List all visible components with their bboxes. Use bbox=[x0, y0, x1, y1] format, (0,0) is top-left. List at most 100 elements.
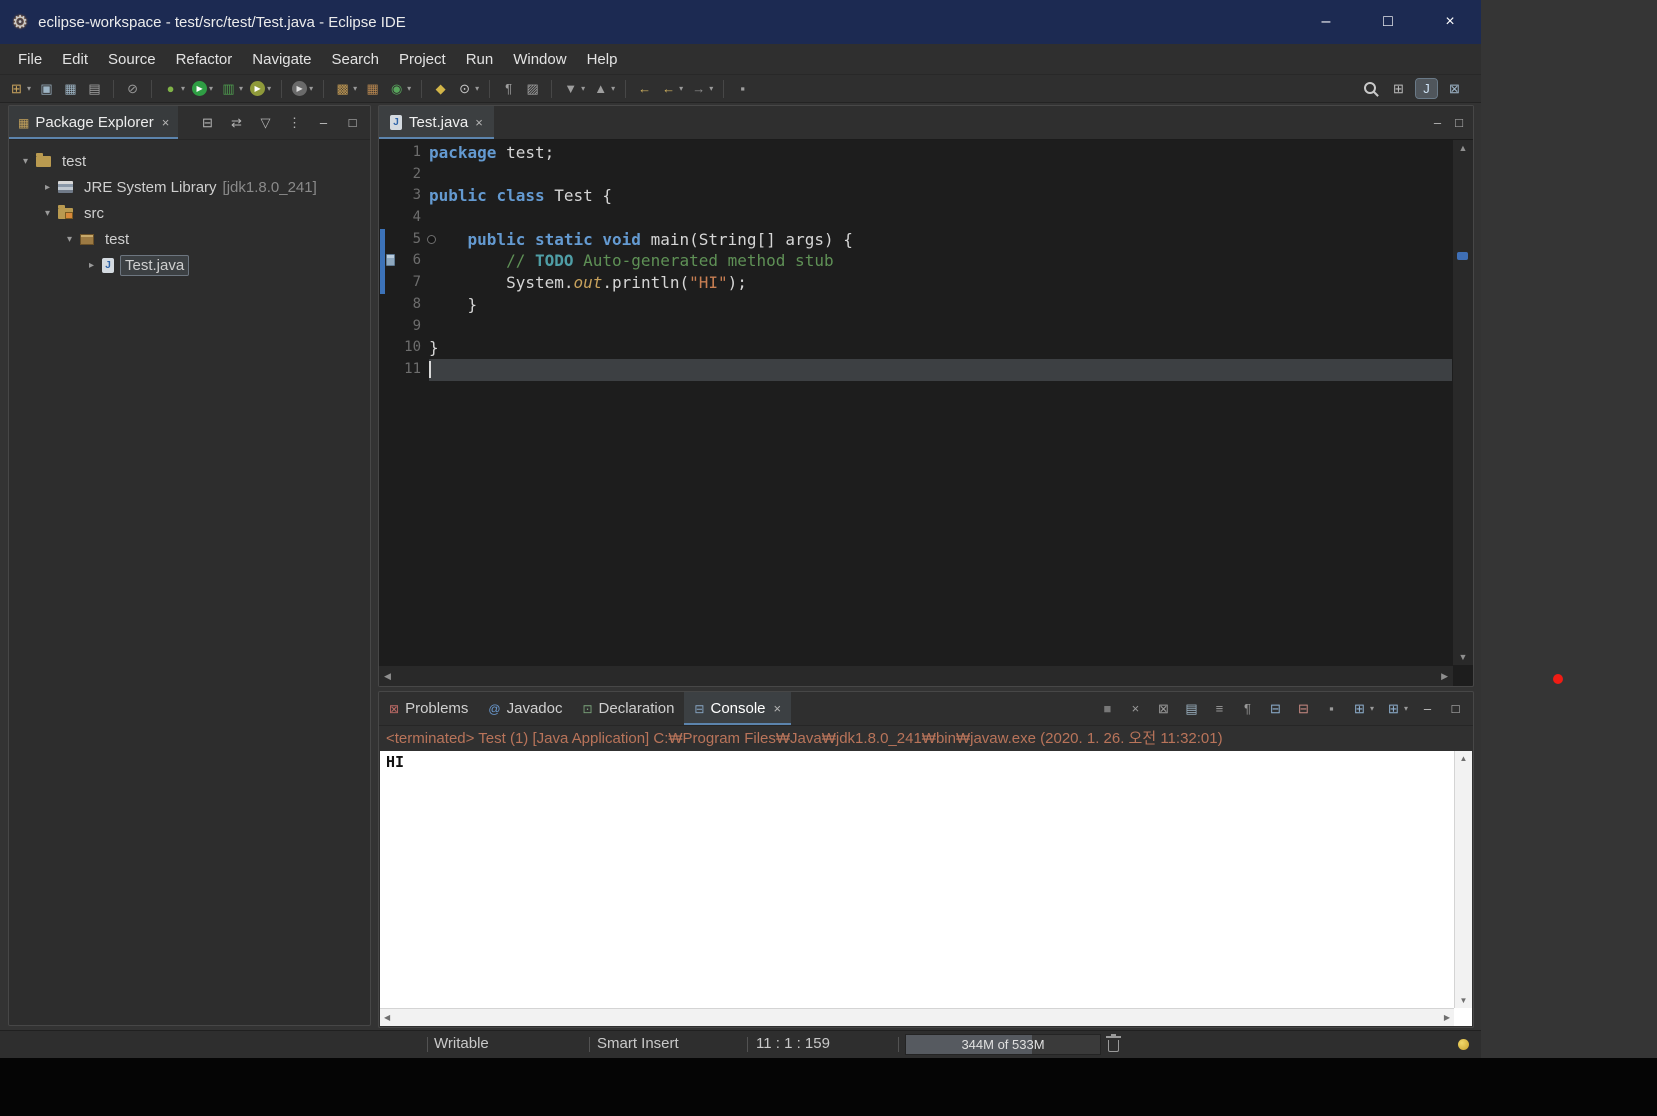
remove-launch-button[interactable]: × bbox=[1125, 699, 1146, 718]
code-line-10[interactable]: 10} bbox=[380, 337, 1452, 359]
titlebar-maximize-button[interactable]: □ bbox=[1357, 0, 1419, 44]
menu-run[interactable]: Run bbox=[456, 51, 504, 68]
expand-arrow-icon[interactable]: ▸ bbox=[83, 260, 100, 271]
new-package-button[interactable]: ▦ bbox=[362, 79, 383, 98]
code-line-4[interactable]: 4 bbox=[380, 207, 1452, 229]
print-button[interactable]: ▤ bbox=[84, 79, 105, 98]
expand-arrow-icon[interactable]: ▸ bbox=[39, 182, 56, 193]
tab-declaration[interactable]: ⊡ Declaration bbox=[572, 692, 684, 725]
code-line-7[interactable]: 7 System.out.println("HI"); bbox=[380, 272, 1452, 294]
titlebar-minimize-button[interactable]: – bbox=[1295, 0, 1357, 44]
menu-edit[interactable]: Edit bbox=[52, 51, 98, 68]
collapse-arrow-icon[interactable]: ▾ bbox=[17, 156, 34, 167]
tree-item-jre-system-library[interactable]: ▸ JRE System Library [jdk1.8.0_241] bbox=[9, 174, 370, 200]
debug-perspective-button[interactable]: ⊠ bbox=[1444, 79, 1465, 98]
scroll-down-icon[interactable]: ▼ bbox=[1459, 652, 1468, 662]
scroll-up-icon[interactable]: ▲ bbox=[1460, 754, 1468, 763]
word-wrap-button[interactable]: ¶ bbox=[1237, 699, 1258, 718]
collapse-arrow-icon[interactable]: ▾ bbox=[61, 234, 78, 245]
quick-access-search-button[interactable] bbox=[1360, 79, 1381, 98]
overview-task-marker[interactable] bbox=[1457, 252, 1468, 260]
notification-icon[interactable] bbox=[1458, 1039, 1469, 1050]
mark-occurrences-button[interactable]: ▨ bbox=[522, 79, 543, 98]
scroll-right-icon[interactable]: ▶ bbox=[1441, 671, 1448, 682]
minimize-view-button[interactable]: – bbox=[313, 113, 334, 132]
tree-item-src-folder[interactable]: ▾ src bbox=[9, 200, 370, 226]
tree-item-file-test-java[interactable]: ▸ J Test.java bbox=[9, 252, 370, 278]
code-line-11[interactable]: 11 bbox=[380, 358, 1452, 381]
pin-console-button[interactable]: ▪ bbox=[1321, 699, 1342, 718]
tree-item-project-test[interactable]: ▾ test bbox=[9, 148, 370, 174]
show-whitespace-button[interactable]: ¶ bbox=[498, 79, 519, 98]
link-with-editor-button[interactable]: ⇄ bbox=[226, 113, 247, 132]
save-button[interactable]: ▣ bbox=[36, 79, 57, 98]
view-menu-button[interactable]: ⋮ bbox=[284, 113, 305, 132]
console-vertical-scrollbar[interactable]: ▲ ▼ bbox=[1454, 751, 1472, 1008]
display-selected-console-button[interactable]: ⊞ ▾ bbox=[1349, 699, 1376, 718]
collapse-all-button[interactable]: ⊟ bbox=[197, 113, 218, 132]
open-console-button[interactable]: ⊞ ▾ bbox=[1383, 699, 1410, 718]
scroll-down-icon[interactable]: ▼ bbox=[1460, 996, 1468, 1005]
tab-console[interactable]: ⊟ Console × bbox=[684, 692, 792, 725]
save-all-button[interactable]: ▦ bbox=[60, 79, 81, 98]
tab-javadoc[interactable]: @ Javadoc bbox=[478, 692, 572, 725]
skip-breakpoints-button[interactable]: ⊘ bbox=[122, 79, 143, 98]
maximize-editor-button[interactable]: □ bbox=[1455, 115, 1463, 130]
forward-button[interactable]: → ▾ bbox=[688, 79, 715, 98]
pin-editor-button[interactable]: ▪ bbox=[732, 79, 753, 98]
menu-search[interactable]: Search bbox=[321, 51, 389, 68]
java-perspective-button[interactable]: J bbox=[1415, 78, 1438, 99]
editor-horizontal-scrollbar[interactable]: ◀ ▶ bbox=[379, 666, 1453, 686]
collapse-arrow-icon[interactable]: ▾ bbox=[39, 208, 56, 219]
tree-item-package-test[interactable]: ▾ test bbox=[9, 226, 370, 252]
console-horizontal-scrollbar[interactable]: ◀ ▶ bbox=[380, 1008, 1454, 1026]
tab-test-java[interactable]: J Test.java × bbox=[379, 106, 494, 139]
minimize-view-button[interactable]: – bbox=[1417, 699, 1438, 718]
last-edit-location-button[interactable]: ← bbox=[634, 79, 655, 98]
code-line-1[interactable]: 1 package test; bbox=[380, 142, 1452, 164]
code-line-5[interactable]: 5 public static void main(String[] args)… bbox=[380, 229, 1452, 251]
menu-refactor[interactable]: Refactor bbox=[166, 51, 243, 68]
scroll-left-icon[interactable]: ◀ bbox=[384, 1013, 390, 1022]
code-area[interactable]: 1 package test; 2 3 public class Test {4 5 pu… bbox=[380, 140, 1452, 665]
close-icon[interactable]: × bbox=[774, 701, 782, 716]
garbage-collect-button[interactable] bbox=[1106, 1034, 1121, 1052]
back-button[interactable]: ← ▾ bbox=[658, 79, 685, 98]
code-line-8[interactable]: 8 } bbox=[380, 294, 1452, 316]
scroll-left-icon[interactable]: ◀ bbox=[384, 671, 391, 682]
scroll-lock-button[interactable]: ≡ bbox=[1209, 699, 1230, 718]
clear-console-button[interactable]: ▤ bbox=[1181, 699, 1202, 718]
code-line-6[interactable]: 6 // TODO Auto-generated method stub bbox=[380, 250, 1452, 272]
remove-all-launches-button[interactable]: ⊠ bbox=[1153, 699, 1174, 718]
code-line-9[interactable]: 9 bbox=[380, 316, 1452, 338]
scroll-right-icon[interactable]: ▶ bbox=[1444, 1013, 1450, 1022]
menu-help[interactable]: Help bbox=[577, 51, 628, 68]
debug-button[interactable]: ● ▾ bbox=[160, 79, 187, 98]
show-stderr-button[interactable]: ⊟ bbox=[1293, 699, 1314, 718]
code-line-2[interactable]: 2 bbox=[380, 164, 1452, 186]
titlebar-close-button[interactable]: × bbox=[1419, 0, 1481, 44]
profile-button[interactable]: ▶ ▾ bbox=[248, 80, 273, 97]
terminate-button[interactable]: ■ bbox=[1097, 699, 1118, 718]
close-icon[interactable]: × bbox=[475, 115, 483, 130]
next-annotation-button[interactable]: ▼ ▾ bbox=[560, 79, 587, 98]
new-class-button[interactable]: ◉ ▾ bbox=[386, 79, 413, 98]
console-output-area[interactable]: HI ▲ ▼ ◀ ▶ bbox=[380, 751, 1472, 1026]
tab-problems[interactable]: ⊠ Problems bbox=[379, 692, 478, 725]
search-button[interactable]: ⊙ ▾ bbox=[454, 79, 481, 98]
maximize-view-button[interactable]: □ bbox=[1445, 699, 1466, 718]
code-line-3[interactable]: 3 public class Test { bbox=[380, 185, 1452, 207]
close-icon[interactable]: × bbox=[162, 115, 170, 130]
run-button[interactable]: ▶ ▾ bbox=[190, 80, 215, 97]
minimize-editor-button[interactable]: – bbox=[1434, 115, 1441, 130]
coverage-button[interactable]: ▥ ▾ bbox=[218, 79, 245, 98]
maximize-view-button[interactable]: □ bbox=[342, 113, 363, 132]
external-tools-button[interactable]: ▶ ▾ bbox=[290, 80, 315, 97]
show-stdout-button[interactable]: ⊟ bbox=[1265, 699, 1286, 718]
menu-project[interactable]: Project bbox=[389, 51, 456, 68]
open-type-button[interactable]: ◆ bbox=[430, 79, 451, 98]
menu-file[interactable]: File bbox=[8, 51, 52, 68]
open-perspective-button[interactable]: ⊞ bbox=[1388, 79, 1409, 98]
scroll-up-icon[interactable]: ▲ bbox=[1459, 143, 1468, 153]
previous-annotation-button[interactable]: ▲ ▾ bbox=[590, 79, 617, 98]
